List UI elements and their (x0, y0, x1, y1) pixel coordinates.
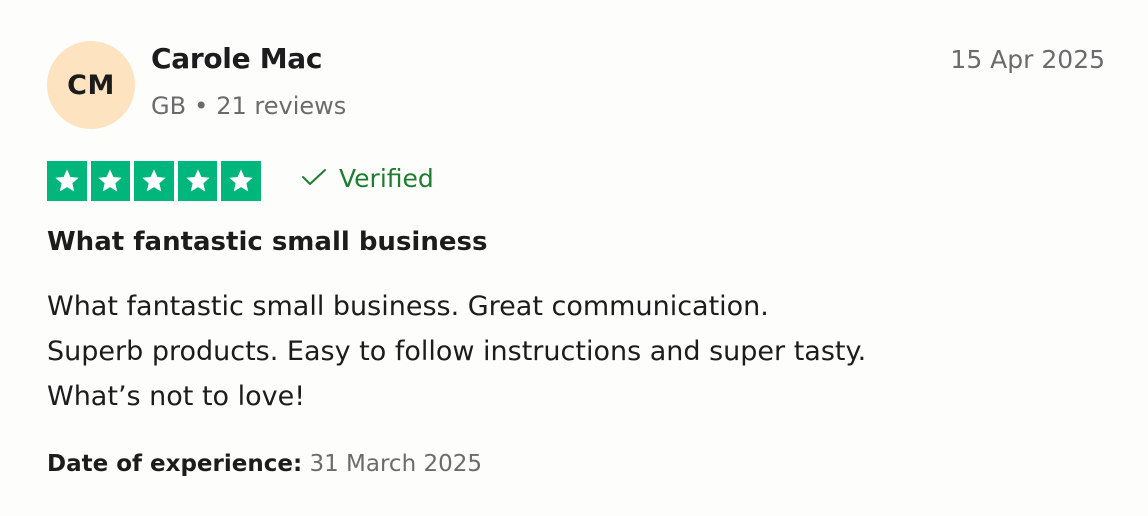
experience-label: Date of experience: (47, 451, 303, 477)
reviewer-review-count[interactable]: 21 reviews (216, 92, 346, 120)
star-icon (221, 161, 261, 201)
meta-separator: • (194, 92, 209, 120)
reviewer-name[interactable]: Carole Mac (151, 42, 322, 75)
reviewer-country: GB (151, 92, 187, 120)
experience-date: 31 March 2025 (309, 451, 483, 477)
verified-badge[interactable]: Verified (301, 164, 434, 193)
avatar[interactable]: CM (47, 41, 135, 129)
review-body-line: Superb products. Easy to follow instruct… (47, 336, 867, 367)
review-body-line: What’s not to love! (47, 381, 306, 412)
review-date: 15 Apr 2025 (950, 45, 1105, 74)
review-title: What fantastic small business (47, 227, 488, 257)
star-icon (177, 161, 218, 201)
reviewer-meta: GB • 21 reviews (151, 92, 346, 120)
date-of-experience: Date of experience: 31 March 2025 (47, 451, 482, 477)
star-icon (47, 161, 87, 201)
review-body-line: What fantastic small business. Great com… (47, 291, 769, 322)
review-card: CM Carole Mac GB • 21 reviews 15 Apr 202… (0, 0, 1148, 516)
star-icon (90, 161, 131, 201)
review-body: What fantastic small business. Great com… (47, 284, 1047, 419)
verified-label: Verified (339, 164, 434, 193)
star-icon (134, 161, 174, 201)
check-icon (301, 164, 327, 193)
star-rating (47, 161, 261, 201)
